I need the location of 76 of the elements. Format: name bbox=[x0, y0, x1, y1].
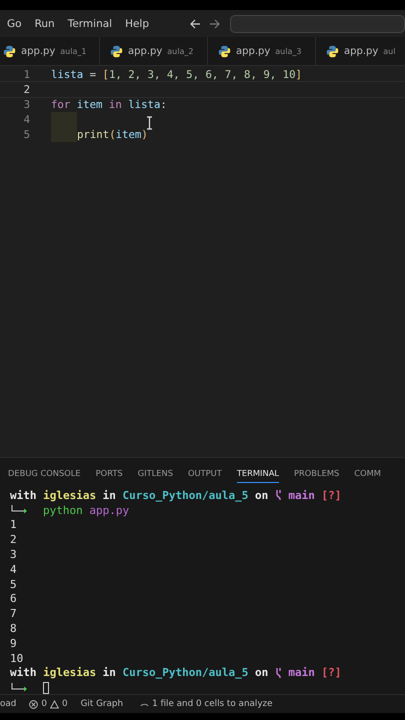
tab-folder: aul bbox=[383, 46, 396, 56]
prompt-text: iglesias bbox=[43, 488, 96, 502]
line-number: 4 bbox=[22, 113, 30, 126]
status-item[interactable]: Git Graph bbox=[80, 699, 124, 709]
editor-tab[interactable]: app.py aula_3 bbox=[208, 37, 316, 65]
output-text: 7 bbox=[10, 607, 17, 620]
text-cursor-icon bbox=[146, 116, 153, 130]
spinner-icon bbox=[140, 701, 150, 707]
line-number: 3 bbox=[22, 98, 30, 111]
panel-tab[interactable]: PROBLEMS bbox=[294, 464, 340, 482]
prompt-text: in bbox=[102, 488, 116, 502]
warning-count[interactable]: 0 bbox=[62, 699, 68, 709]
panel-tab[interactable]: PORTS bbox=[96, 464, 123, 482]
code-line: lista = [1, 2, 3, 4, 5, 6, 7, 8, 9, 10] bbox=[51, 68, 302, 81]
prompt-text: on bbox=[254, 666, 268, 680]
warning-icon[interactable] bbox=[50, 700, 59, 708]
command-text: python bbox=[42, 504, 83, 517]
menu-item[interactable]: Help bbox=[125, 18, 150, 30]
branch-icon bbox=[274, 489, 282, 502]
line-number: 5 bbox=[22, 128, 30, 141]
status-item[interactable]: oad bbox=[0, 699, 16, 709]
python-icon bbox=[326, 44, 339, 58]
error-count[interactable]: 0 bbox=[41, 699, 47, 709]
output-text: 1 bbox=[10, 518, 17, 532]
status-item[interactable]: 1 file and 0 cells to analyze bbox=[152, 699, 273, 709]
output-text: 8 bbox=[10, 622, 17, 636]
search-field[interactable] bbox=[230, 14, 405, 32]
prompt-text: [?] bbox=[321, 488, 342, 502]
line-number: 2 bbox=[22, 83, 30, 96]
output-text: 6 bbox=[10, 592, 17, 606]
error-icon[interactable] bbox=[29, 700, 38, 708]
output-text: 5 bbox=[10, 578, 17, 591]
panel-tab[interactable]: DEBUG CONSOLE bbox=[8, 464, 81, 482]
output-text: 4 bbox=[10, 562, 17, 576]
command-args: app.py bbox=[89, 504, 130, 517]
prompt-text: with bbox=[10, 666, 36, 680]
output-text: 2 bbox=[10, 533, 17, 546]
menu-item[interactable]: Go bbox=[7, 18, 22, 30]
output-text: 9 bbox=[10, 636, 17, 650]
editor-tab[interactable]: app.py aula_1 bbox=[0, 37, 100, 65]
menu-item[interactable]: Terminal bbox=[68, 18, 112, 30]
output-text: 3 bbox=[10, 548, 17, 562]
prompt-text: in bbox=[102, 666, 116, 680]
tab-folder: aula_1 bbox=[60, 46, 86, 56]
python-icon bbox=[218, 44, 231, 58]
prompt-text: with bbox=[10, 488, 36, 502]
code-line: for item in lista: bbox=[51, 98, 167, 111]
prompt-text: Curso_Python/aula_5 bbox=[122, 666, 248, 680]
editor-tab[interactable]: app.py aul bbox=[316, 37, 405, 65]
tab-filename: app.py bbox=[21, 46, 56, 56]
panel-tab[interactable]: TERMINAL bbox=[236, 464, 279, 482]
tab-folder: aula_3 bbox=[275, 46, 302, 56]
prompt-text: on bbox=[254, 488, 268, 502]
prompt-text: [?] bbox=[321, 666, 342, 680]
code-line: print(item) bbox=[76, 128, 148, 141]
panel-tab[interactable]: GITLENS bbox=[138, 464, 173, 482]
tab-folder: aula_2 bbox=[167, 46, 194, 56]
tab-filename: app.py bbox=[128, 46, 162, 56]
back-arrow-icon[interactable] bbox=[190, 18, 202, 28]
prompt-text: main bbox=[288, 666, 315, 680]
prompt-text: Curso_Python/aula_5 bbox=[122, 488, 248, 502]
output-text: 10 bbox=[10, 652, 24, 665]
panel-tab[interactable]: COMM bbox=[354, 464, 381, 482]
forward-arrow-icon[interactable] bbox=[209, 18, 220, 28]
branch-icon bbox=[274, 666, 282, 679]
tab-filename: app.py bbox=[344, 46, 378, 56]
panel-tab[interactable]: OUTPUT bbox=[188, 464, 222, 482]
terminal[interactable]: with iglesias in Curso_Python/aula_5 on main [?] python app.py 1 2 3 4 5 6 7 8 9 10 with iglesias in Curso_Python/aula_5 on main [?] bbox=[0, 488, 405, 694]
line-number: 1 bbox=[22, 68, 30, 81]
editor-tab[interactable]: app.py aula_2 bbox=[100, 37, 208, 65]
python-icon bbox=[3, 44, 16, 58]
prompt-text: iglesias bbox=[43, 666, 96, 680]
python-icon bbox=[110, 44, 123, 58]
tab-filename: app.py bbox=[236, 46, 270, 56]
prompt-text: main bbox=[288, 488, 315, 502]
menu-item[interactable]: Run bbox=[34, 18, 55, 30]
